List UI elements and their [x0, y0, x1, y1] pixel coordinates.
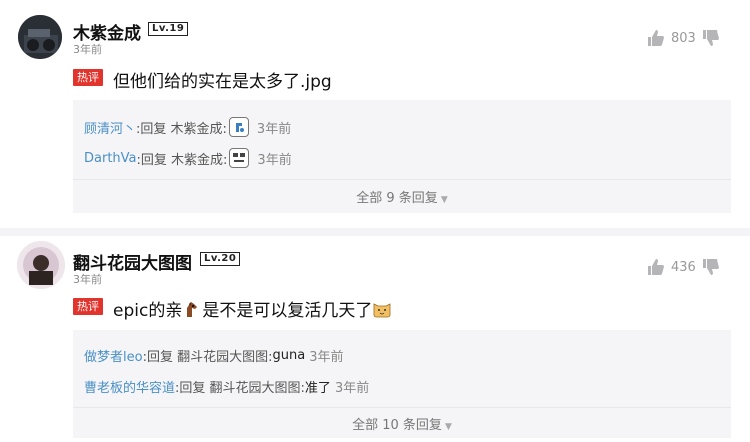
hot-comment-badge: 热评 [73, 69, 103, 86]
level-badge: Lv.20 [200, 252, 241, 266]
reply-time: 3年前 [334, 381, 370, 396]
reply-target: :回复 木紫金成: [136, 121, 227, 137]
reply-author[interactable]: DarthVa [84, 151, 137, 166]
reply-box: 顾清河丶 :回复 木紫金成: 3年前 DarthVa :回复 木紫金成: 3年前… [73, 100, 731, 213]
divider [73, 407, 731, 408]
thumbs-up-icon[interactable] [647, 258, 665, 276]
like-count: 803 [671, 30, 696, 46]
reply-time: 3年前 [309, 350, 344, 365]
comment-content: 但他们给的实在是太多了.jpg [113, 72, 332, 92]
reply-target: :回复 木紫金成: [136, 152, 228, 168]
comment-text-part-2: 是不是可以复活几天了 [202, 301, 373, 321]
reply-item[interactable]: DarthVa :回复 木紫金成: 3年前 [84, 148, 292, 168]
avatar-image-icon [18, 15, 62, 59]
emoji-icon [229, 148, 250, 168]
thumbs-down-icon[interactable] [702, 29, 720, 47]
reply-author[interactable]: 顾清河丶 [84, 118, 136, 137]
avatar-image-icon [17, 241, 65, 289]
caret-down-icon: ▼ [440, 195, 448, 205]
horse-emoji-icon [187, 302, 198, 317]
reply-item[interactable]: 顾清河丶 :回复 木紫金成: 3年前 [84, 117, 291, 137]
view-all-replies-button[interactable]: 全部 10 条回复 ▼ [73, 414, 731, 433]
reply-content: guna [272, 348, 306, 363]
view-all-replies-label: 全部 9 条回复 [356, 191, 438, 206]
comment-content: epic的亲 是不是可以复活几天了 [113, 296, 392, 321]
view-all-replies-label: 全部 10 条回复 [352, 418, 442, 433]
level-text: Lv.19 [152, 23, 185, 34]
comment-1: 木紫金成 Lv.19 3年前 热评 但他们给的实在是太多了.jpg 803 顾清… [0, 0, 750, 228]
view-all-replies-button[interactable]: 全部 9 条回复 ▼ [73, 187, 731, 206]
reply-box: 做梦者leo :回复 翻斗花园大图图: guna 3年前 曹老板的华容道 :回复… [73, 330, 731, 438]
comment-time: 3年前 [73, 43, 102, 56]
reply-author[interactable]: 做梦者leo [84, 346, 143, 365]
section-divider [0, 228, 750, 236]
cat-emoji-icon [373, 303, 391, 318]
thumbs-down-icon[interactable] [702, 258, 720, 276]
reply-target: :回复 翻斗花园大图图: [175, 381, 305, 396]
comment-text-part-1: epic的亲 [113, 301, 183, 321]
level-badge: Lv.19 [148, 22, 189, 36]
comment-2: 翻斗花园大图图 Lv.20 3年前 热评 epic的亲 是不是可以复活几天了 43… [0, 236, 750, 442]
reply-time: 3年前 [256, 121, 292, 137]
avatar[interactable] [18, 15, 62, 59]
comment-time: 3年前 [73, 273, 102, 286]
like-count: 436 [671, 259, 696, 275]
avatar[interactable] [17, 241, 65, 289]
reply-time: 3年前 [257, 152, 292, 168]
like-area: 803 [647, 29, 720, 47]
reply-author[interactable]: 曹老板的华容道 [84, 377, 175, 396]
emoji-icon [228, 117, 249, 137]
divider [73, 179, 731, 180]
hot-comment-badge: 热评 [73, 298, 103, 315]
reply-item[interactable]: 曹老板的华容道 :回复 翻斗花园大图图: 准了 3年前 [84, 377, 369, 396]
reply-target: :回复 翻斗花园大图图: [142, 350, 273, 365]
reply-item[interactable]: 做梦者leo :回复 翻斗花园大图图: guna 3年前 [84, 346, 343, 365]
reply-content: 准了 [304, 381, 331, 396]
thumbs-up-icon[interactable] [647, 29, 665, 47]
level-text: Lv.20 [204, 253, 237, 264]
caret-down-icon: ▼ [444, 422, 452, 432]
like-area: 436 [647, 258, 720, 276]
